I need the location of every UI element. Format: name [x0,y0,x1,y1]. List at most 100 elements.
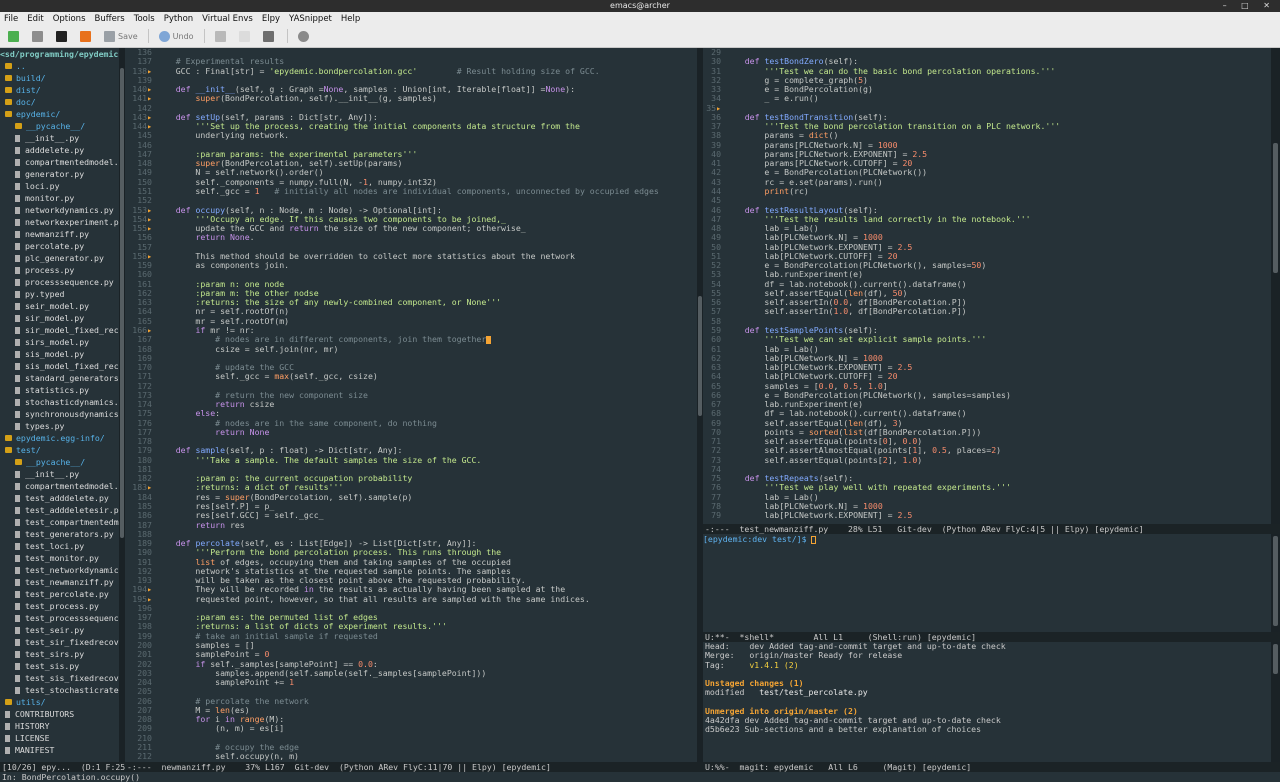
tree-file[interactable]: newmanziff.py [0,228,119,240]
code-line[interactable]: :param m: the other nodse [156,289,696,298]
code-line[interactable]: This method should be overridden to coll… [156,252,696,261]
tree-file[interactable]: test_newmanziff.py [0,576,119,588]
code-line[interactable]: lab = Lab() [725,493,1269,502]
code-line[interactable]: df = lab.notebook().current().dataframe(… [725,280,1269,289]
menu-item-buffers[interactable]: Buffers [95,14,125,24]
tree-file[interactable]: sis_model_fixed_recov▸ [0,360,119,372]
code-line[interactable]: lab.runExperiment(e) [725,400,1269,409]
code-line[interactable]: update the GCC and return the size of th… [156,224,696,233]
magit-scrollbar[interactable] [1271,642,1280,762]
code-line[interactable] [156,196,696,205]
code-line[interactable]: # occupy the edge [156,743,696,752]
scrollbar-thumb[interactable] [1273,644,1278,674]
code-line[interactable]: def testBondZero(self): [725,57,1269,66]
code-line[interactable]: params[PLCNetwork.N] = 1000 [725,141,1269,150]
code-line[interactable]: GCC : Final[str] = 'epydemic.bondpercola… [156,67,696,76]
code-line[interactable]: samples = [] [156,641,696,650]
menu-item-yasnippet[interactable]: YASnippet [289,14,332,24]
code-line[interactable]: lab[PLCNetwork.N] = 1000 [725,233,1269,242]
magit-line[interactable]: Unmerged into origin/master (2) [705,707,1271,716]
code-line[interactable]: self.assertAlmostEqual(points[1], 0.5, p… [725,446,1269,455]
code-line[interactable]: mr = self.rootOf(m) [156,317,696,326]
code-line[interactable]: rc = e.set(params).run() [725,178,1269,187]
tree-file[interactable]: py.typed [0,288,119,300]
code-line[interactable]: lab[PLCNetwork.EXPONENT] = 2.5 [725,511,1269,520]
tree-file[interactable]: test_percolate.py [0,588,119,600]
code-line[interactable]: params[PLCNetwork.EXPONENT] = 2.5 [725,150,1269,159]
tree-file[interactable]: test_generators.py [0,528,119,540]
code-line[interactable]: lab[PLCNetwork.CUTOFF] = 20 [725,372,1269,381]
magit-line[interactable]: Merge: origin/master Ready for release [705,651,1271,660]
code-line[interactable]: _ = e.run() [725,94,1269,103]
code-line[interactable] [156,734,696,743]
scrollbar-thumb[interactable] [1273,143,1278,273]
scrollbar-thumb[interactable] [1273,536,1278,626]
code-line[interactable]: def testResultLayout(self): [725,206,1269,215]
code-line[interactable]: # nodes are in different components, joi… [156,335,696,344]
code-line[interactable]: df = lab.notebook().current().dataframe(… [725,409,1269,418]
tree-file[interactable]: test_adddeletesir.py [0,504,119,516]
tree-file[interactable]: test_monitor.py [0,552,119,564]
code-line[interactable]: lab[PLCNetwork.N] = 1000 [725,502,1269,511]
code-line[interactable]: params = dict() [725,131,1269,140]
tree-file[interactable]: compartmentedmodel.py [0,156,119,168]
code-line[interactable] [156,687,696,696]
tree-file[interactable]: sir_model_fixed_recov [0,324,119,336]
tree-file[interactable]: sirs_model.py [0,336,119,348]
tree-file[interactable]: statistics.py [0,384,119,396]
code-line[interactable] [156,604,696,613]
code-line[interactable] [725,317,1269,326]
shell-prompt-line[interactable]: [epydemic:dev test/]$ [703,534,1271,544]
tree-directory[interactable]: __pycache__/ [0,120,119,132]
code-line[interactable] [156,243,696,252]
search-button[interactable] [297,28,312,44]
code-line[interactable]: samplePoint = 0 [156,650,696,659]
code-line[interactable]: lab[PLCNetwork.CUTOFF] = 20 [725,252,1269,261]
code-line[interactable]: :param params: the experimental paramete… [156,150,696,159]
code-line[interactable]: self.assertIn(0.0, df[BondPercolation.P]… [725,298,1269,307]
code-line[interactable]: '''Test the results land correctly in th… [725,215,1269,224]
code-line[interactable]: print(rc) [725,187,1269,196]
code-line[interactable]: '''Occupy an edge. If this causes two co… [156,215,696,224]
tree-file[interactable]: compartmentedmodel.p▸ [0,480,119,492]
tree-directory[interactable]: .. [0,60,119,72]
code-line[interactable]: M = len(es) [156,706,696,715]
code-line[interactable]: points = sorted(list(df[BondPercolation.… [725,428,1269,437]
code-line[interactable]: will be taken as the closest point above… [156,576,696,585]
tree-file[interactable]: test_sir_fixedrecover▸ [0,636,119,648]
code-line[interactable]: nr = self.rootOf(n) [156,307,696,316]
magit-line[interactable]: 4a42dfa dev Added tag-and-commit target … [705,716,1271,725]
code-line[interactable]: N = self.network().order() [156,168,696,177]
code-line[interactable]: # nodes are in the same component, do no… [156,419,696,428]
tree-directory[interactable]: test/ [0,444,119,456]
shell-scrollbar[interactable] [1271,534,1280,632]
code-line[interactable]: if mr != nr: [156,326,696,335]
code-line[interactable]: e = BondPercolation(PLCNetwork()) [725,168,1269,177]
code-line[interactable]: :param es: the permuted list of edges [156,613,696,622]
code-line[interactable]: samples = [0.0, 0.5, 1.0] [725,382,1269,391]
code-line[interactable]: samples.append(self.sample(self._samples… [156,669,696,678]
code-line[interactable]: '''Test we can set explicit sample point… [725,335,1269,344]
tree-file[interactable]: test_sis_fixedrecover▸ [0,672,119,684]
scrollbar-thumb[interactable] [120,68,124,538]
left-editor-pane[interactable]: 136 137 138▸ 139 140▸ 141▸ 142 143▸ 144▸ 145 146 14… [125,48,698,764]
menu-item-python[interactable]: Python [164,14,193,24]
paste-button[interactable] [262,28,277,44]
code-line[interactable] [725,104,1269,113]
tree-directory[interactable]: doc/ [0,96,119,108]
code-line[interactable]: res[self.P] = p_ [156,502,696,511]
code-line[interactable]: # return the new component size [156,391,696,400]
code-line[interactable]: else: [156,409,696,418]
code-line[interactable]: res = super(BondPercolation, self).sampl… [156,493,696,502]
tree-file[interactable]: test_seir.py [0,624,119,636]
tree-file[interactable]: test_loci.py [0,540,119,552]
code-line[interactable]: return None [156,428,696,437]
magit-line[interactable] [705,670,1271,679]
code-line[interactable]: g = complete_graph(5) [725,76,1269,85]
code-line[interactable] [156,530,696,539]
tree-file[interactable]: test_sirs.py [0,648,119,660]
code-line[interactable]: requested point, however, so that all re… [156,595,696,604]
tree-file[interactable]: networkdynamics.py [0,204,119,216]
code-line[interactable]: def testSamplePoints(self): [725,326,1269,335]
tree-file[interactable]: stochasticdynamics.py [0,396,119,408]
